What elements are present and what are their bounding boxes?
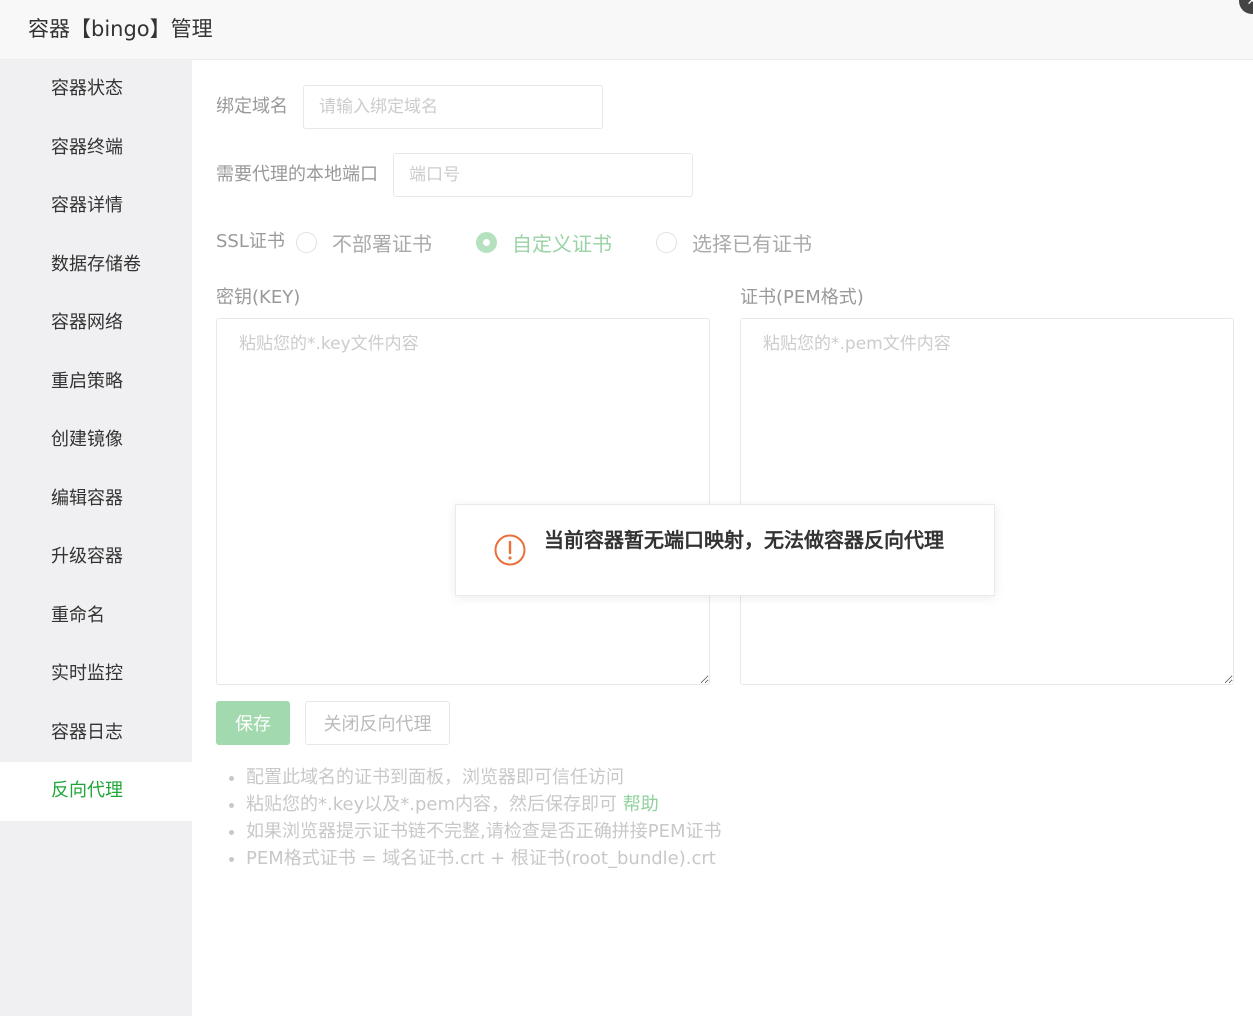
sidebar-item-reverse-proxy[interactable]: 反向代理 xyxy=(0,762,192,821)
sidebar-item-upgrade-container[interactable]: 升级容器 xyxy=(0,528,192,587)
sidebar-item-container-logs[interactable]: 容器日志 xyxy=(0,704,192,763)
window-title: 容器【bingo】管理 xyxy=(28,17,213,41)
ssl-option-custom-label: 自定义证书 xyxy=(512,231,612,256)
domain-input[interactable] xyxy=(303,85,603,129)
ssl-option-none-label: 不部署证书 xyxy=(332,231,432,256)
sidebar-item-container-terminal[interactable]: 容器终端 xyxy=(0,119,192,178)
container-manage-window: 容器【bingo】管理 ✕ 容器状态 容器终端 容器详情 数据存储卷 容器网络 … xyxy=(0,0,1253,1016)
window-header: 容器【bingo】管理 ✕ xyxy=(0,0,1253,60)
key-label: 密钥(KEY) xyxy=(216,287,301,308)
sidebar-item-container-status[interactable]: 容器状态 xyxy=(0,60,192,119)
cert-textarea[interactable] xyxy=(740,318,1234,685)
sidebar: 容器状态 容器终端 容器详情 数据存储卷 容器网络 重启策略 创建镜像 编辑容器… xyxy=(0,60,192,1016)
close-icon[interactable]: ✕ xyxy=(1239,0,1253,14)
save-button[interactable]: 保存 xyxy=(216,701,290,745)
ssl-label: SSL证书 xyxy=(216,231,285,252)
tip-text: 如果浏览器提示证书链不完整,请检查是否正确拼接PEM证书 xyxy=(246,821,722,842)
ssl-option-custom[interactable]: 自定义证书 xyxy=(476,228,612,257)
sidebar-item-container-details[interactable]: 容器详情 xyxy=(0,177,192,236)
radio-circle-checked[interactable] xyxy=(476,231,497,253)
toast-message: 当前容器暂无端口映射，无法做容器反向代理 xyxy=(544,528,944,552)
tip-item: PEM格式证书 = 域名证书.crt + 根证书(root_bundle).cr… xyxy=(246,845,721,872)
tip-text: 配置此域名的证书到面板，浏览器即可信任访问 xyxy=(246,767,624,788)
tip-item: 如果浏览器提示证书链不完整,请检查是否正确拼接PEM证书 xyxy=(246,818,721,845)
ssl-option-none[interactable]: 不部署证书 xyxy=(296,228,432,257)
local-port-input[interactable] xyxy=(393,153,693,197)
tip-item: 配置此域名的证书到面板，浏览器即可信任访问 xyxy=(246,764,721,791)
tip-text: 粘贴您的*.key以及*.pem内容，然后保存即可 xyxy=(246,794,617,815)
radio-circle[interactable] xyxy=(296,231,317,253)
ssl-radio-group: 不部署证书 自定义证书 选择已有证书 xyxy=(296,228,856,257)
close-reverse-proxy-button[interactable]: 关闭反向代理 xyxy=(305,701,450,745)
sidebar-item-data-volumes[interactable]: 数据存储卷 xyxy=(0,236,192,295)
sidebar-item-realtime-monitor[interactable]: 实时监控 xyxy=(0,645,192,704)
help-link[interactable]: 帮助 xyxy=(623,794,659,815)
sidebar-item-restart-policy[interactable]: 重启策略 xyxy=(0,353,192,412)
key-textarea[interactable] xyxy=(216,318,710,685)
domain-label: 绑定域名 xyxy=(216,96,288,117)
local-port-label: 需要代理的本地端口 xyxy=(216,164,378,185)
tip-text: PEM格式证书 = 域名证书.crt + 根证书(root_bundle).cr… xyxy=(246,848,716,869)
sidebar-item-edit-container[interactable]: 编辑容器 xyxy=(0,470,192,529)
sidebar-item-create-image[interactable]: 创建镜像 xyxy=(0,411,192,470)
tip-item: 粘贴您的*.key以及*.pem内容，然后保存即可 帮助 xyxy=(246,791,721,818)
cert-label: 证书(PEM格式) xyxy=(740,287,864,308)
ssl-option-existing[interactable]: 选择已有证书 xyxy=(656,228,812,257)
warning-toast: 当前容器暂无端口映射，无法做容器反向代理 xyxy=(455,504,995,596)
ssl-option-existing-label: 选择已有证书 xyxy=(692,231,812,256)
sidebar-item-container-network[interactable]: 容器网络 xyxy=(0,294,192,353)
sidebar-item-rename[interactable]: 重命名 xyxy=(0,587,192,646)
tips-list: 配置此域名的证书到面板，浏览器即可信任访问 粘贴您的*.key以及*.pem内容… xyxy=(246,764,721,872)
warning-circle-icon xyxy=(494,534,526,566)
radio-circle[interactable] xyxy=(656,231,677,253)
